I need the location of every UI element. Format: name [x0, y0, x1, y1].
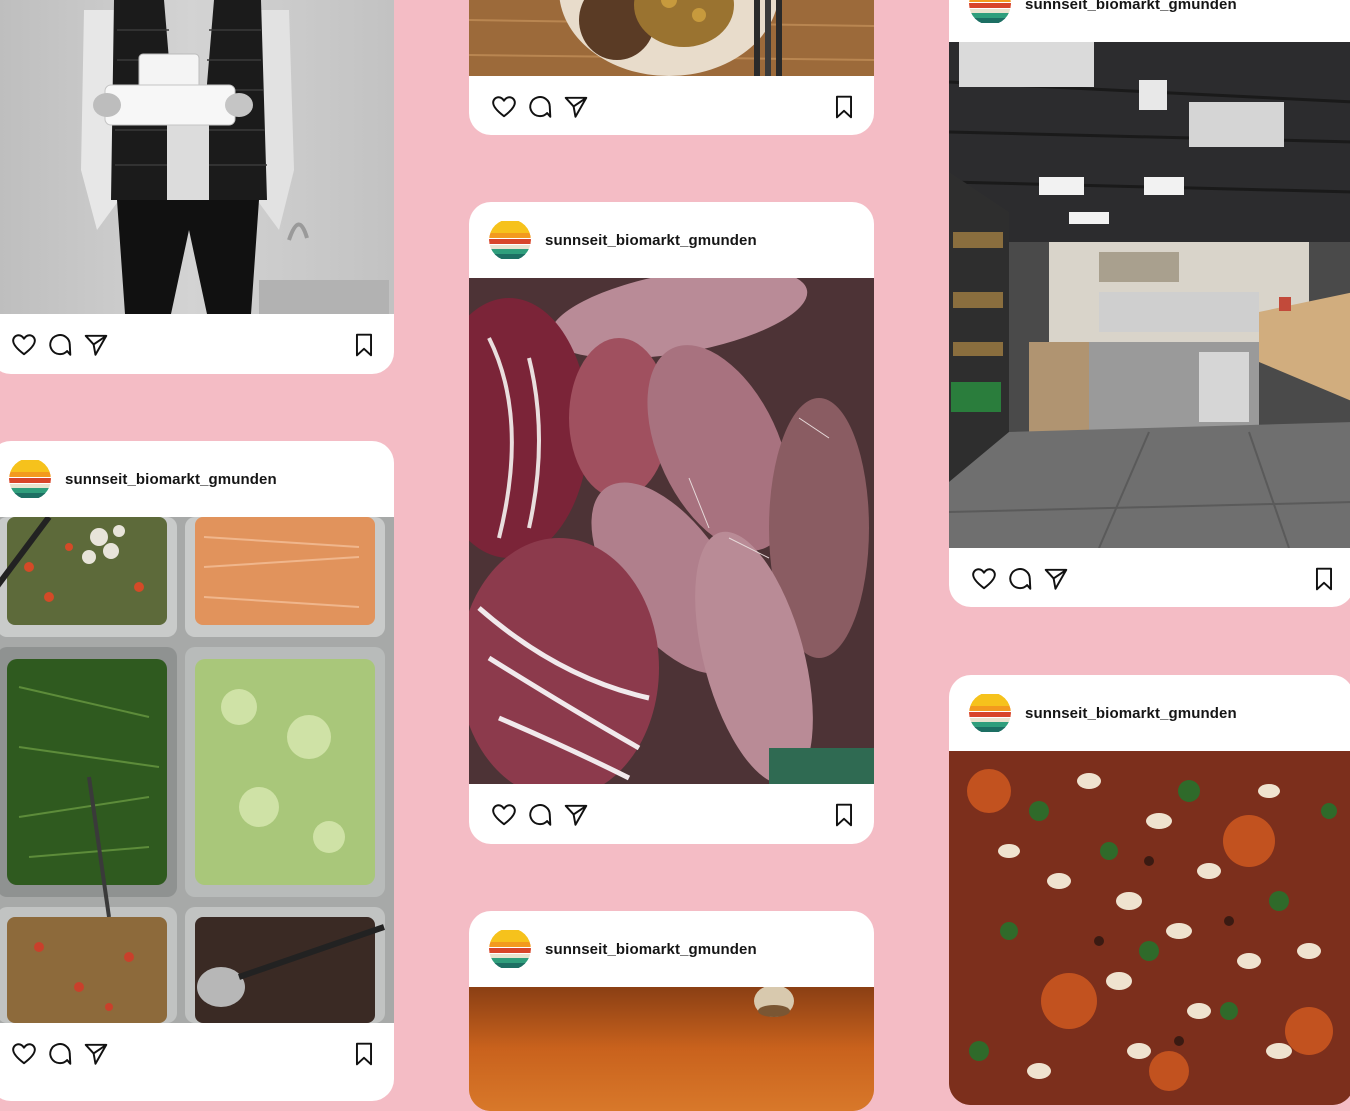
bookmark-icon[interactable] — [831, 94, 857, 120]
post-photo[interactable] — [949, 751, 1350, 1105]
like-icon[interactable] — [971, 566, 997, 592]
share-icon[interactable] — [1043, 566, 1069, 592]
post-actions — [469, 784, 874, 844]
bookmark-icon[interactable] — [1311, 566, 1337, 592]
post-photo[interactable] — [949, 42, 1350, 548]
bookmark-icon[interactable] — [831, 802, 857, 828]
post-card-store: sunnseit_biomarkt_gmunden — [949, 0, 1350, 607]
post-actions — [0, 1023, 394, 1083]
bookmark-icon[interactable] — [351, 332, 377, 358]
post-username[interactable]: sunnseit_biomarkt_gmunden — [545, 232, 757, 249]
like-icon[interactable] — [491, 802, 517, 828]
post-card-salad-bar: sunnseit_biomarkt_gmunden — [0, 441, 394, 1101]
post-photo[interactable] — [0, 517, 394, 1023]
post-photo[interactable] — [469, 0, 874, 76]
brand-logo-icon[interactable] — [489, 928, 531, 970]
share-icon[interactable] — [563, 94, 589, 120]
like-icon[interactable] — [11, 1041, 37, 1067]
share-icon[interactable] — [563, 802, 589, 828]
post-photo[interactable] — [469, 987, 874, 1111]
post-username[interactable]: sunnseit_biomarkt_gmunden — [545, 941, 757, 958]
post-photo[interactable] — [469, 278, 874, 784]
post-actions — [469, 76, 874, 135]
post-card-radishes: sunnseit_biomarkt_gmunden — [469, 202, 874, 844]
post-header: sunnseit_biomarkt_gmunden — [0, 441, 394, 517]
bookmark-icon[interactable] — [351, 1041, 377, 1067]
post-username[interactable]: sunnseit_biomarkt_gmunden — [65, 471, 277, 488]
brand-logo-icon[interactable] — [969, 692, 1011, 734]
post-card-person — [0, 0, 394, 374]
post-header: sunnseit_biomarkt_gmunden — [949, 0, 1350, 42]
like-icon[interactable] — [491, 94, 517, 120]
share-icon[interactable] — [83, 1041, 109, 1067]
comment-icon[interactable] — [527, 802, 553, 828]
comment-icon[interactable] — [47, 1041, 73, 1067]
post-username[interactable]: sunnseit_biomarkt_gmunden — [1025, 0, 1237, 13]
share-icon[interactable] — [83, 332, 109, 358]
post-card-curry: sunnseit_biomarkt_gmunden — [949, 675, 1350, 1105]
comment-icon[interactable] — [1007, 566, 1033, 592]
post-username[interactable]: sunnseit_biomarkt_gmunden — [1025, 705, 1237, 722]
comment-icon[interactable] — [47, 332, 73, 358]
brand-logo-icon[interactable] — [969, 0, 1011, 25]
like-icon[interactable] — [11, 332, 37, 358]
post-actions — [0, 314, 394, 374]
brand-logo-icon[interactable] — [489, 219, 531, 261]
post-card-plate — [469, 0, 874, 135]
brand-logo-icon[interactable] — [9, 458, 51, 500]
post-header: sunnseit_biomarkt_gmunden — [469, 911, 874, 987]
post-header: sunnseit_biomarkt_gmunden — [949, 675, 1350, 751]
comment-icon[interactable] — [527, 94, 553, 120]
post-actions — [949, 548, 1350, 607]
post-photo[interactable] — [0, 0, 394, 314]
post-header: sunnseit_biomarkt_gmunden — [469, 202, 874, 278]
post-card-orange: sunnseit_biomarkt_gmunden — [469, 911, 874, 1111]
